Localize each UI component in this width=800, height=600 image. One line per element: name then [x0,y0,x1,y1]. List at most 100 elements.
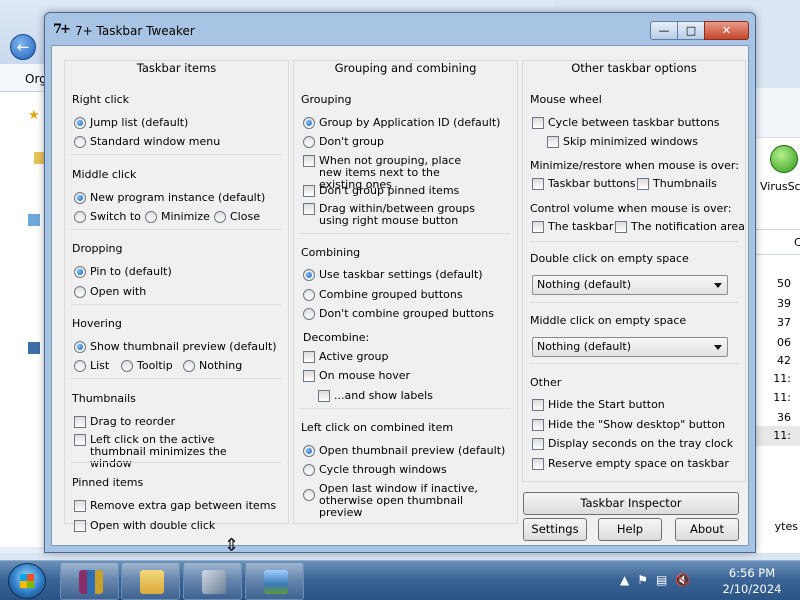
checkbox[interactable] [637,178,649,190]
hide-show-desktop-checkbox[interactable]: Hide the "Show desktop" button [532,419,725,431]
show-hidden-icons-arrow-icon[interactable]: ▲ [620,573,629,587]
checkbox[interactable] [303,185,315,197]
middle-click-minimize-radio[interactable]: Minimize [145,211,210,223]
column-header[interactable]: C [756,229,800,255]
radio-selected[interactable] [303,269,315,281]
middle-click-switch-to-radio[interactable]: Switch to [74,211,141,223]
checkbox[interactable] [532,419,544,431]
volume-notification-area-checkbox[interactable]: The notification area [615,221,745,233]
right-click-jump-list-radio[interactable]: Jump list (default) [74,117,188,129]
radio[interactable] [183,360,195,372]
radio[interactable] [303,464,315,476]
checkbox[interactable] [303,155,315,167]
help-button[interactable]: Help [598,518,662,541]
checkbox[interactable] [615,221,627,233]
taskbar-app-taskbar-tweaker[interactable] [183,562,242,600]
dont-group-pinned-checkbox[interactable]: Don't group pinned items [303,185,459,197]
radio[interactable] [121,360,133,372]
volume-taskbar-checkbox[interactable]: The taskbar [532,221,613,233]
checkbox[interactable] [318,390,330,402]
virus-scan-shield-icon[interactable] [770,145,798,173]
radio-selected[interactable] [74,192,86,204]
checkbox[interactable] [303,351,315,363]
organize-menu[interactable]: Orga [0,64,46,92]
active-group-checkbox[interactable]: Active group [303,351,388,363]
middle-click-close-radio[interactable]: Close [214,211,260,223]
taskbar-app-file-explorer[interactable] [121,562,180,600]
back-arrow-icon[interactable]: ← [10,34,36,60]
checkbox[interactable] [74,434,86,446]
middle-click-empty-dropdown[interactable]: Nothing (default) [532,337,728,357]
close-button[interactable]: ✕ [704,21,749,40]
checkbox[interactable] [532,178,544,190]
radio-selected[interactable] [74,117,86,129]
combine-grouped-radio[interactable]: Combine grouped buttons [303,289,463,301]
checkbox[interactable] [303,203,315,215]
open-last-window-radio[interactable]: Open last window if inactive, otherwise … [303,483,504,519]
hovering-thumbnail-radio[interactable]: Show thumbnail preview (default) [74,341,277,353]
hovering-list-radio[interactable]: List [74,360,109,372]
radio[interactable] [74,136,86,148]
checkbox[interactable] [74,520,86,532]
taskbar-app-winrar[interactable] [60,562,119,600]
radio-selected[interactable] [74,341,86,353]
dont-group-radio[interactable]: Don't group [303,136,384,148]
cycle-through-windows-radio[interactable]: Cycle through windows [303,464,447,476]
dropping-pin-to-radio[interactable]: Pin to (default) [74,266,172,278]
minimize-thumbnails-checkbox[interactable]: Thumbnails [637,178,717,190]
title-bar[interactable]: 7+ 7+ Taskbar Tweaker — □ ✕ [45,13,755,45]
volume-muted-icon[interactable]: 🔇 [675,573,690,587]
on-mouse-hover-checkbox[interactable]: On mouse hover [303,370,410,382]
reserve-empty-space-checkbox[interactable]: Reserve empty space on taskbar [532,458,729,470]
radio[interactable] [303,136,315,148]
use-taskbar-settings-radio[interactable]: Use taskbar settings (default) [303,269,483,281]
show-labels-checkbox[interactable]: ...and show labels [318,390,433,402]
checkbox[interactable] [547,136,559,148]
minimize-taskbar-buttons-checkbox[interactable]: Taskbar buttons [532,178,636,190]
skip-minimized-checkbox[interactable]: Skip minimized windows [547,136,698,148]
cycle-taskbar-buttons-checkbox[interactable]: Cycle between taskbar buttons [532,117,720,129]
checkbox[interactable] [532,117,544,129]
hovering-tooltip-radio[interactable]: Tooltip [121,360,173,372]
computer-icon[interactable] [28,342,40,354]
checkbox[interactable] [74,416,86,428]
dont-combine-radio[interactable]: Don't combine grouped buttons [303,308,494,320]
open-thumbnail-preview-radio[interactable]: Open thumbnail preview (default) [303,445,505,457]
radio[interactable] [74,360,86,372]
checkbox[interactable] [74,500,86,512]
taskbar-app-photos[interactable] [245,562,304,600]
checkbox[interactable] [303,370,315,382]
action-center-flag-icon[interactable]: ⚑ [637,573,648,587]
hovering-nothing-radio[interactable]: Nothing [183,360,242,372]
radio-selected[interactable] [303,445,315,457]
taskbar-inspector-button[interactable]: Taskbar Inspector [523,492,739,515]
library-icon[interactable] [28,214,40,226]
network-icon[interactable]: ▤ [656,573,667,587]
dropping-open-with-radio[interactable]: Open with [74,286,146,298]
minimize-button[interactable]: — [650,21,677,40]
radio[interactable] [214,211,226,223]
left-click-minimizes-checkbox[interactable]: Left click on the active thumbnail minim… [74,434,250,470]
middle-click-new-instance-radio[interactable]: New program instance (default) [74,192,265,204]
checkbox[interactable] [532,458,544,470]
right-click-window-menu-radio[interactable]: Standard window menu [74,136,220,148]
maximize-button[interactable]: □ [677,21,704,40]
drag-right-mouse-checkbox[interactable]: Drag within/between groups using right m… [303,203,479,227]
radio-selected[interactable] [303,117,315,129]
radio[interactable] [74,211,86,223]
start-button[interactable] [8,563,46,599]
checkbox[interactable] [532,221,544,233]
radio[interactable] [303,308,315,320]
radio[interactable] [145,211,157,223]
checkbox[interactable] [532,399,544,411]
about-button[interactable]: About [675,518,739,541]
hide-start-button-checkbox[interactable]: Hide the Start button [532,399,665,411]
radio-selected[interactable] [74,266,86,278]
tray-clock[interactable]: 6:56 PM 2/10/2024 [716,565,788,597]
radio[interactable] [74,286,86,298]
favorites-star-icon[interactable]: ★ [28,108,40,123]
group-by-app-id-radio[interactable]: Group by Application ID (default) [303,117,500,129]
display-seconds-checkbox[interactable]: Display seconds on the tray clock [532,438,733,450]
double-click-empty-dropdown[interactable]: Nothing (default) [532,275,728,295]
checkbox[interactable] [532,438,544,450]
